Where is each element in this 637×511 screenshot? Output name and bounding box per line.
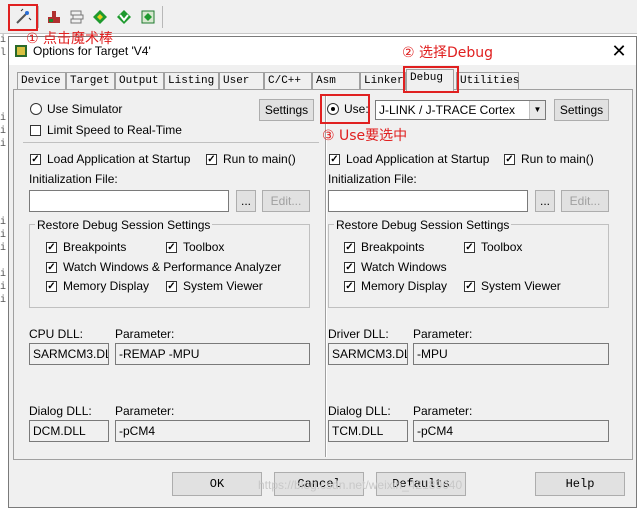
system-viewer-checkbox[interactable]: ✓ [166,281,177,292]
tab-utilities[interactable]: Utilities [456,72,519,90]
memory-display-checkbox-right[interactable]: ✓ [344,281,355,292]
tab-linker[interactable]: Linker [360,72,406,90]
toolbox-label-right: Toolbox [481,240,523,254]
driver-settings-button[interactable]: Settings [554,99,609,121]
options-dialog: Options for Target 'V4' ✕ Device Target … [8,36,637,508]
stack-icon[interactable] [66,6,88,28]
driver-param-label: Parameter: [413,327,473,341]
run-to-main-checkbox-right[interactable]: ✓ [504,154,515,165]
separator-line [23,142,319,143]
cpu-dll-field[interactable]: SARMCM3.DLL [29,343,109,365]
toolbox-checkbox-right[interactable]: ✓ [464,242,475,253]
green-diamond-icon[interactable] [89,6,111,28]
cpu-param-field[interactable]: -REMAP -MPU [115,343,310,365]
init-file-browse-button[interactable]: ... [236,190,256,212]
toolbar-separator [162,6,163,28]
toolbar-separator [38,6,39,28]
memory-display-label: Memory Display [63,279,150,293]
debug-driver-select[interactable]: J-LINK / J-TRACE Cortex [375,100,546,120]
dialog-dll-label: Dialog DLL: [29,404,92,418]
memory-display-label-right: Memory Display [361,279,448,293]
dialog-param-field[interactable]: -pCM4 [115,420,310,442]
init-file-browse-button-right[interactable]: ... [535,190,555,212]
annotation-box-magic-wand [8,4,38,31]
diamond-arrow-icon[interactable] [113,6,135,28]
system-viewer-label: System Viewer [183,279,263,293]
tab-device[interactable]: Device [17,72,66,90]
tab-target[interactable]: Target [66,72,115,90]
breakpoints-checkbox[interactable]: ✓ [46,242,57,253]
load-app-checkbox-right[interactable]: ✓ [329,154,340,165]
dialog-param-label-right: Parameter: [413,404,473,418]
driver-param-field[interactable]: -MPU [413,343,609,365]
toolbox-label: Toolbox [183,240,225,254]
annotation-step2: ② 选择Debug [402,45,494,61]
watch-windows-label-right: Watch Windows [361,260,447,274]
annotation-box-use [320,94,370,124]
init-file-input-right[interactable] [328,190,528,212]
tab-asm[interactable]: Asm [312,72,360,90]
run-to-main-label-right: Run to main() [521,152,594,166]
chip-icon[interactable] [137,6,159,28]
watermark: https://blog.csdn.net/weixin_42189640 [258,478,463,492]
driver-dll-label: Driver DLL: [328,327,389,341]
run-to-main-checkbox[interactable]: ✓ [206,154,217,165]
breakpoints-label-right: Breakpoints [361,240,425,254]
breakpoints-label: Breakpoints [63,240,127,254]
tab-user[interactable]: User [219,72,264,90]
dialog-dll-field[interactable]: DCM.DLL [29,420,109,442]
annotation-step3: ③ Use要选中 [322,128,408,144]
dialog-param-label: Parameter: [115,404,175,418]
restore-settings-title-right: Restore Debug Session Settings [334,218,512,232]
limit-speed-label: Limit Speed to Real-Time [47,123,182,137]
help-button[interactable]: Help [535,472,625,496]
panel-divider [325,95,327,457]
init-file-edit-button-right[interactable]: Edit... [561,190,609,212]
use-simulator-label: Use Simulator [47,102,123,116]
dialog-dll-label-right: Dialog DLL: [328,404,391,418]
watch-windows-label: Watch Windows & Performance Analyzer [63,260,282,274]
chevron-down-icon[interactable]: ▼ [529,101,545,119]
annotation-box-debug-tab [403,66,459,93]
tab-listing[interactable]: Listing [164,72,219,90]
download-icon[interactable] [43,6,65,28]
load-app-label-right: Load Application at Startup [346,152,490,166]
run-to-main-label: Run to main() [223,152,296,166]
limit-speed-checkbox[interactable] [30,125,41,136]
init-file-input[interactable] [29,190,229,212]
system-viewer-checkbox-right[interactable]: ✓ [464,281,475,292]
annotation-step1: ① 点击魔术棒 [26,31,114,47]
dialog-param-field-right[interactable]: -pCM4 [413,420,609,442]
driver-dll-field[interactable]: SARMCM3.DLL [328,343,408,365]
toolbox-checkbox[interactable]: ✓ [166,242,177,253]
load-app-label: Load Application at Startup [47,152,191,166]
close-icon[interactable]: ✕ [607,39,631,63]
tab-output[interactable]: Output [115,72,164,90]
dialog-dll-field-right[interactable]: TCM.DLL [328,420,408,442]
system-viewer-label-right: System Viewer [481,279,561,293]
init-file-label: Initialization File: [29,172,118,186]
init-file-label-right: Initialization File: [328,172,417,186]
ok-button[interactable]: OK [172,472,262,496]
cpu-param-label: Parameter: [115,327,175,341]
simulator-settings-button[interactable]: Settings [259,99,314,121]
use-simulator-radio[interactable] [30,103,42,115]
watch-windows-checkbox-right[interactable]: ✓ [344,262,355,273]
memory-display-checkbox[interactable]: ✓ [46,281,57,292]
restore-settings-title: Restore Debug Session Settings [35,218,213,232]
breakpoints-checkbox-right[interactable]: ✓ [344,242,355,253]
cpu-dll-label: CPU DLL: [29,327,84,341]
tab-cc[interactable]: C/C++ [264,72,312,90]
watch-windows-checkbox[interactable]: ✓ [46,262,57,273]
load-app-checkbox[interactable]: ✓ [30,154,41,165]
init-file-edit-button[interactable]: Edit... [262,190,310,212]
